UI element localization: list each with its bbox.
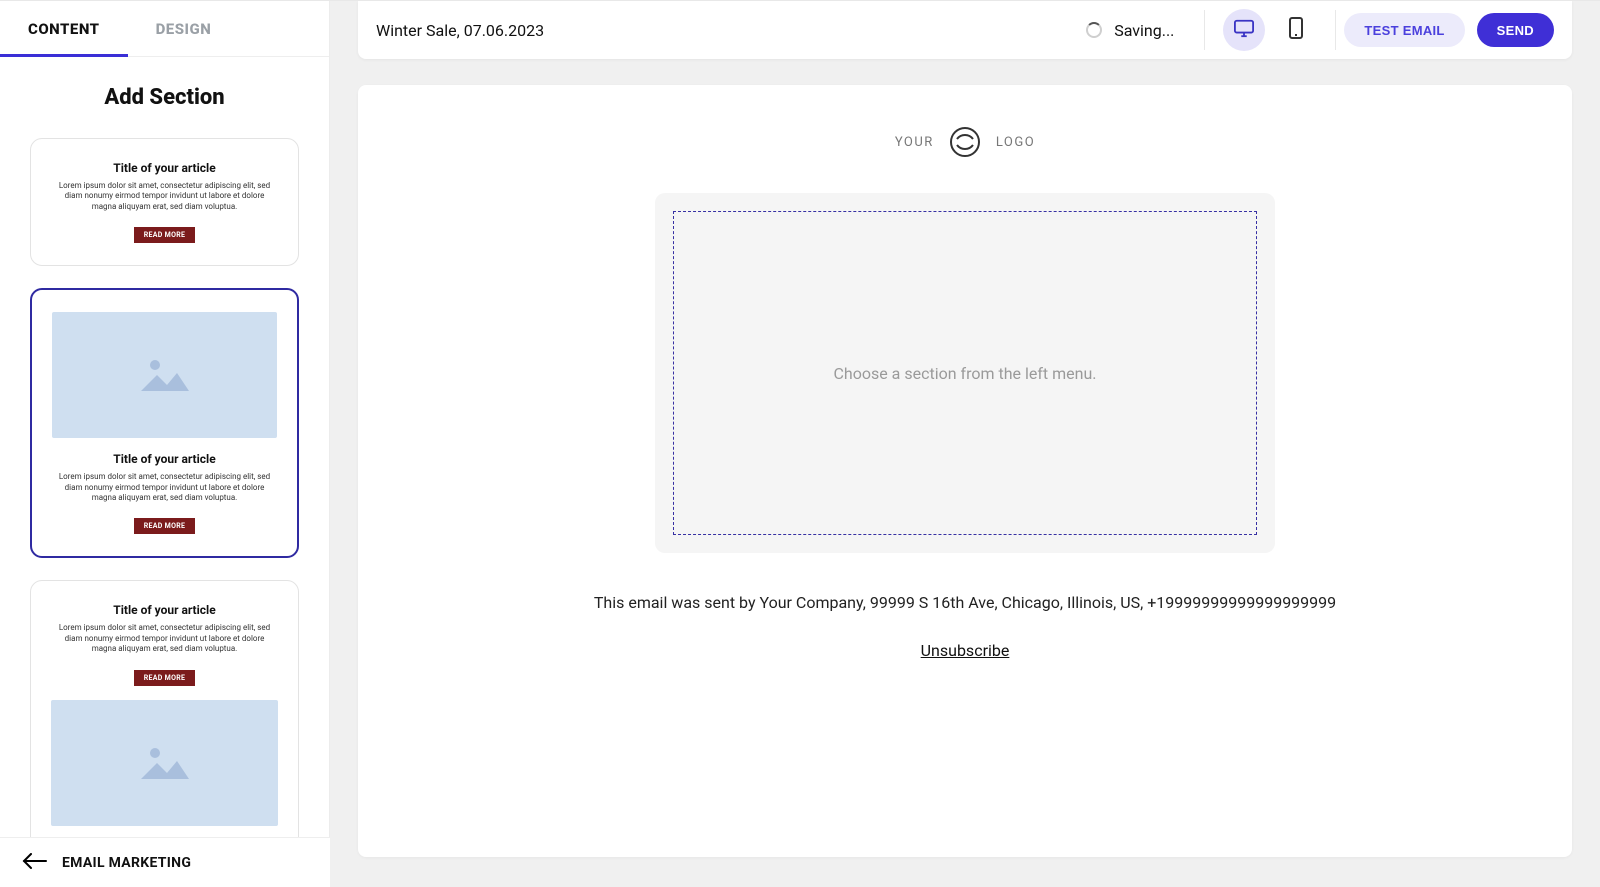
test-email-button[interactable]: TEST EMAIL xyxy=(1344,13,1464,47)
sidebar-title: Add Section xyxy=(0,57,329,130)
template-title: Title of your article xyxy=(51,161,278,175)
divider xyxy=(1335,10,1336,50)
spinner-icon xyxy=(1086,22,1102,38)
section-template-image-top[interactable]: Title of your article Lorem ipsum dolor … xyxy=(30,288,299,558)
logo-text-left: YOUR xyxy=(895,135,934,150)
send-button[interactable]: SEND xyxy=(1477,13,1554,47)
desktop-icon xyxy=(1233,18,1255,42)
back-to-email-marketing[interactable]: EMAIL MARKETING xyxy=(0,837,330,887)
template-cta-button: READ MORE xyxy=(134,227,196,243)
back-label: EMAIL MARKETING xyxy=(62,855,191,871)
logo-placeholder[interactable]: YOUR LOGO xyxy=(408,125,1522,159)
save-status: Saving... xyxy=(1086,21,1174,40)
arrow-left-icon xyxy=(22,853,48,873)
sidebar-tabs: CONTENT DESIGN xyxy=(0,1,329,57)
template-title: Title of your article xyxy=(51,603,278,617)
desktop-view-button[interactable] xyxy=(1223,9,1265,51)
editor-main-area: Winter Sale, 07.06.2023 Saving... xyxy=(330,1,1600,887)
editor-topbar: Winter Sale, 07.06.2023 Saving... xyxy=(358,1,1572,59)
section-template-list[interactable]: Title of your article Lorem ipsum dolor … xyxy=(0,130,329,887)
image-placeholder-icon xyxy=(51,700,278,826)
email-footer-text: This email was sent by Your Company, 999… xyxy=(408,591,1522,615)
image-placeholder-icon xyxy=(52,312,277,438)
section-template-image-bottom[interactable]: Title of your article Lorem ipsum dolor … xyxy=(30,580,299,848)
editor-sidebar: CONTENT DESIGN Add Section Title of your… xyxy=(0,1,330,887)
template-body: Lorem ipsum dolor sit amet, consectetur … xyxy=(52,472,277,503)
mobile-icon xyxy=(1289,17,1303,43)
template-cta-button: READ MORE xyxy=(134,670,196,686)
template-body: Lorem ipsum dolor sit amet, consectetur … xyxy=(51,623,278,654)
dropzone-placeholder-text: Choose a section from the left menu. xyxy=(833,364,1096,383)
section-dropzone[interactable]: Choose a section from the left menu. xyxy=(673,211,1257,535)
tab-content[interactable]: CONTENT xyxy=(0,1,128,56)
save-status-label: Saving... xyxy=(1114,21,1174,40)
logo-text-right: LOGO xyxy=(996,135,1035,150)
template-title: Title of your article xyxy=(52,452,277,466)
campaign-title: Winter Sale, 07.06.2023 xyxy=(376,21,544,40)
logo-mark-icon xyxy=(948,125,982,159)
section-template-text-only[interactable]: Title of your article Lorem ipsum dolor … xyxy=(30,138,299,266)
tab-design[interactable]: DESIGN xyxy=(128,1,240,56)
view-toggle xyxy=(1213,9,1327,51)
section-dropzone-wrapper: Choose a section from the left menu. xyxy=(655,193,1275,553)
template-body: Lorem ipsum dolor sit amet, consectetur … xyxy=(51,181,278,212)
mobile-view-button[interactable] xyxy=(1275,9,1317,51)
template-cta-button: READ MORE xyxy=(134,518,196,534)
preview-canvas[interactable]: YOUR LOGO Choose a section from the left… xyxy=(358,85,1572,857)
unsubscribe-link[interactable]: Unsubscribe xyxy=(921,641,1010,660)
divider xyxy=(1204,10,1205,50)
